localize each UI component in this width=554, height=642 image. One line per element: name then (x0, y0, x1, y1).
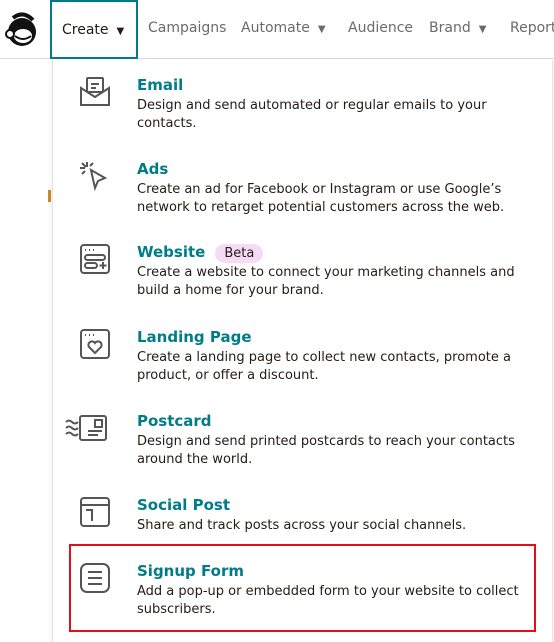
website-icon (80, 244, 110, 274)
signup-form-highlight-box (69, 544, 536, 632)
nav-automate[interactable]: Automate ▼ (241, 20, 326, 36)
mailchimp-logo-icon[interactable] (5, 12, 39, 48)
menu-item-email[interactable]: Email Design and send automated or regul… (53, 76, 553, 146)
menu-item-description: Create a website to connect your marketi… (137, 265, 515, 298)
menu-item-title-text: Website (137, 243, 206, 261)
nav-brand-label: Brand (429, 20, 471, 36)
nav-create-label: Create (62, 22, 109, 38)
chevron-down-icon: ▼ (116, 26, 125, 37)
menu-item-description: Create a landing page to collect new con… (137, 350, 511, 383)
menu-item-website[interactable]: Website Beta Create a website to connect … (53, 243, 553, 313)
nav-campaigns[interactable]: Campaigns (148, 20, 226, 36)
menu-item-title: Social Post (137, 496, 231, 514)
nav-reports[interactable]: Report (510, 20, 554, 36)
menu-item-ads[interactable]: Ads Create an ad for Facebook or Instagr… (53, 160, 553, 230)
menu-item-title: Ads (137, 160, 169, 178)
menu-item-title: Landing Page (137, 328, 252, 346)
menu-item-description: Share and track posts across your social… (137, 518, 467, 533)
beta-badge: Beta (215, 244, 264, 263)
menu-item-title: Email (137, 76, 184, 94)
email-icon (80, 77, 110, 106)
menu-item-title: Website Beta (137, 243, 264, 263)
nav-create[interactable]: Create ▼ (50, 0, 138, 59)
background-edge (48, 190, 51, 202)
menu-item-description: Create an ad for Facebook or Instagram o… (137, 182, 505, 215)
menu-item-description: Design and send printed postcards to rea… (137, 434, 515, 467)
nav-audience[interactable]: Audience (348, 20, 413, 36)
menu-item-title: Postcard (137, 412, 212, 430)
menu-item-landing-page[interactable]: Landing Page Create a landing page to co… (53, 328, 553, 398)
chevron-down-icon: ▼ (317, 24, 326, 35)
menu-item-description: Design and send automated or regular ema… (137, 98, 487, 131)
menu-item-postcard[interactable]: Postcard Design and send printed postcar… (53, 412, 553, 482)
postcard-icon (65, 415, 107, 441)
social-post-icon (80, 497, 110, 527)
nav-automate-label: Automate (241, 20, 310, 36)
nav-brand[interactable]: Brand ▼ (429, 20, 486, 36)
chevron-down-icon: ▼ (478, 24, 487, 35)
landing-page-icon (80, 329, 110, 359)
cursor-click-icon (80, 162, 108, 192)
top-nav: Create ▼ Campaigns Automate ▼ Audience Bra… (0, 0, 554, 59)
